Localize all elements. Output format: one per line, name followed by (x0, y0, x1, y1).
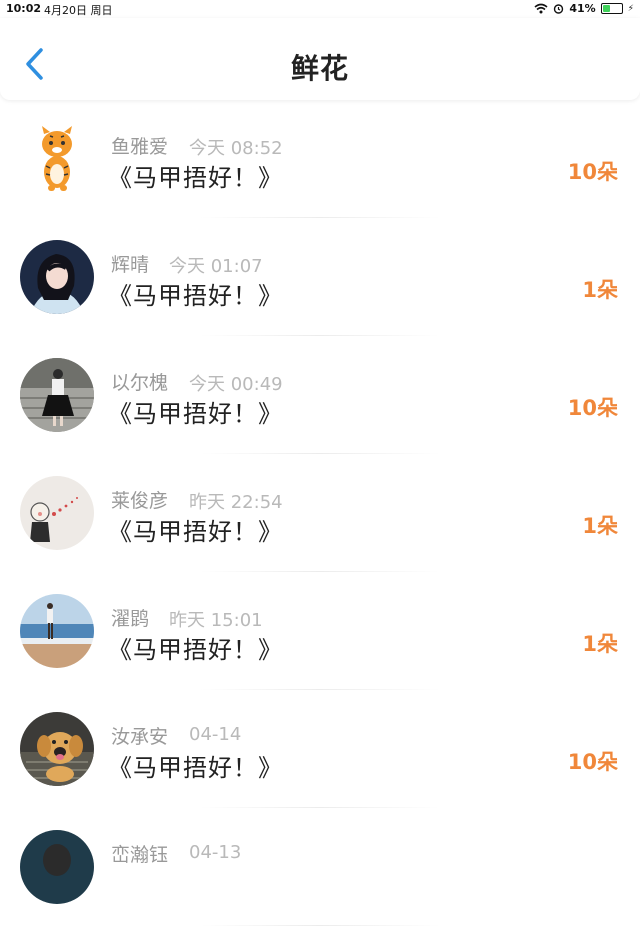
wifi-icon (534, 3, 548, 14)
message-text: 《马甲捂好！》 (108, 164, 283, 192)
flower-count: 1朵 (582, 632, 618, 656)
list-item[interactable]: 莱俊彦 昨天 22:54 《马甲捂好！》 1朵 (0, 454, 640, 572)
flower-list: 鱼雅爱 今天 08:52 《马甲捂好！》 10朵 辉晴 今天 01:07 《马甲… (0, 100, 640, 926)
woman-portrait-avatar[interactable] (20, 240, 94, 314)
list-item[interactable]: 峦瀚钰 04-13 (0, 808, 640, 926)
sender-name: 辉晴 (111, 254, 150, 276)
battery-icon (600, 3, 623, 14)
flower-count: 10朵 (567, 750, 618, 774)
message-text: 《马甲捂好！》 (108, 400, 283, 428)
beach-avatar[interactable] (20, 594, 94, 668)
sent-time: 04-14 (189, 724, 242, 745)
message-text: 《马甲捂好！》 (108, 518, 283, 546)
message-text: 《马甲捂好！》 (108, 636, 283, 664)
tiger-sticker-avatar[interactable] (20, 122, 94, 196)
sender-name: 以尔槐 (111, 372, 169, 394)
list-item[interactable]: 濯鹍 昨天 15:01 《马甲捂好！》 1朵 (0, 572, 640, 690)
status-time: 10:02 (6, 2, 42, 15)
flower-count: 10朵 (567, 160, 618, 184)
list-item[interactable]: 以尔槐 今天 00:49 《马甲捂好！》 10朵 (0, 336, 640, 454)
drawing-avatar[interactable] (20, 476, 94, 550)
battery-percent: 41% (569, 2, 596, 15)
sender-name: 濯鹍 (111, 608, 150, 630)
battery-fill (602, 5, 611, 12)
sent-time: 昨天 15:01 (169, 610, 263, 631)
sent-time: 今天 01:07 (169, 256, 263, 277)
girl-standing-avatar[interactable] (20, 358, 94, 432)
sent-time: 今天 00:49 (189, 374, 283, 395)
message-text: 《马甲捂好！》 (108, 282, 283, 310)
page-title: 鲜花 (290, 52, 349, 85)
list-item[interactable]: 辉晴 今天 01:07 《马甲捂好！》 1朵 (0, 218, 640, 336)
charging-icon: ⚡ (627, 3, 634, 14)
sender-name: 峦瀚钰 (111, 844, 169, 866)
status-bar: 10:02 4月20日 周日 41% ⚡ (0, 0, 640, 18)
sent-time: 昨天 22:54 (189, 492, 283, 513)
flower-count: 1朵 (582, 514, 618, 538)
status-date: 4月20日 周日 (44, 4, 113, 17)
flower-count: 10朵 (567, 396, 618, 420)
puppy-avatar[interactable] (20, 712, 94, 786)
status-indicators: 41% ⚡ (534, 2, 634, 15)
partial-avatar[interactable] (20, 830, 94, 904)
sender-name: 鱼雅爱 (111, 136, 169, 158)
navigation-bar: 鲜花 (0, 18, 640, 100)
sent-time: 今天 08:52 (189, 138, 283, 159)
alarm-icon (554, 4, 564, 14)
sender-name: 汝承安 (111, 726, 169, 748)
flower-count: 1朵 (582, 278, 618, 302)
message-text: 《马甲捂好！》 (108, 754, 283, 782)
list-item[interactable]: 汝承安 04-14 《马甲捂好！》 10朵 (0, 690, 640, 808)
sender-name: 莱俊彦 (111, 490, 169, 512)
list-item[interactable]: 鱼雅爱 今天 08:52 《马甲捂好！》 10朵 (0, 100, 640, 218)
